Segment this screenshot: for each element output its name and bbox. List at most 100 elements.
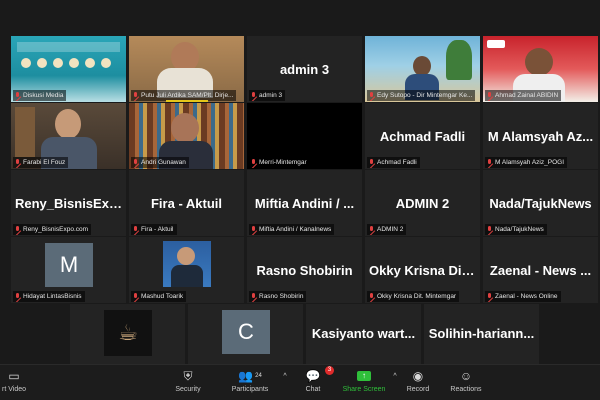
avatar xyxy=(163,241,211,287)
participant-tile[interactable]: Reny_BisnisExp... Reny_BisnisExpo.com xyxy=(11,170,126,236)
participant-tile[interactable]: M Alamsyah Az... M Alamsyah Aziz_POGI xyxy=(483,103,598,169)
participant-tile[interactable]: Zaenal - News ... Zaenal - News Online xyxy=(483,237,598,303)
participant-name-caption: Okky Krisna Dit. Mintemgar xyxy=(367,291,460,302)
participant-name-caption: Diskusi Media xyxy=(13,90,67,101)
participant-tile[interactable]: Mashud Toarik xyxy=(129,237,244,303)
participant-display-name: Rasno Shobirin xyxy=(256,263,353,278)
participant-tile[interactable]: Ahmad Zainal ABIDIN xyxy=(483,36,598,102)
participant-tile[interactable]: admin 3 admin 3 xyxy=(247,36,362,102)
video-off-icon: ▭ xyxy=(8,369,20,383)
participant-name-caption: Rasno Shobirin xyxy=(249,291,307,302)
meeting-toolbar: ▭ rt Video ⛨ Security 👥 24 Participants … xyxy=(0,364,600,400)
mic-muted-icon xyxy=(15,91,21,100)
chat-unread-badge: 3 xyxy=(325,366,334,375)
participants-count: 24 xyxy=(255,373,262,379)
participant-tile[interactable]: C xyxy=(188,304,303,364)
mic-muted-icon xyxy=(487,225,493,234)
mic-muted-icon xyxy=(133,292,139,301)
participant-tile[interactable]: ☕ xyxy=(70,304,185,364)
mic-muted-icon xyxy=(15,292,21,301)
participant-name-caption: admin 3 xyxy=(249,90,286,101)
participant-display-name: ADMIN 2 xyxy=(395,196,450,211)
participant-display-name: M Alamsyah Az... xyxy=(487,129,594,144)
record-button[interactable]: ◉ Record xyxy=(402,368,434,393)
reactions-icon: ☺ xyxy=(459,369,473,383)
share-options-chevron[interactable]: ^ xyxy=(390,368,400,384)
participant-tile[interactable]: Fira - Aktuil Fira - Aktuil xyxy=(129,170,244,236)
participant-display-name: Reny_BisnisExp... xyxy=(15,196,122,211)
chevron-up-icon: ^ xyxy=(283,372,287,380)
participant-name-caption: Zaenal - News Online xyxy=(485,291,561,302)
participant-display-name: Okky Krisna Dit... xyxy=(369,263,476,278)
participant-tile[interactable]: M Hidayat LintasBisnis xyxy=(11,237,126,303)
participant-name-caption: Nada/TajukNews xyxy=(485,224,547,235)
security-button[interactable]: ⛨ Security xyxy=(168,368,208,394)
participant-display-name: Fira - Aktuil xyxy=(150,196,223,211)
participant-tile[interactable]: Solihin-hariann... xyxy=(424,304,539,364)
mic-muted-icon xyxy=(369,292,375,301)
mic-muted-icon xyxy=(487,158,493,167)
avatar: ☕ xyxy=(104,310,152,356)
avatar: C xyxy=(222,310,270,354)
mic-muted-icon xyxy=(369,225,375,234)
participant-name-caption: Merri-Mintemgar xyxy=(249,157,310,168)
avatar: M xyxy=(45,243,93,287)
mic-muted-icon xyxy=(487,292,493,301)
reactions-button[interactable]: ☺ Reactions xyxy=(446,368,486,393)
participant-tile[interactable]: Okky Krisna Dit... Okky Krisna Dit. Mint… xyxy=(365,237,480,303)
chat-icon: 💬 xyxy=(305,369,321,383)
participant-tile[interactable]: Farabi El Fouz xyxy=(11,103,126,169)
participant-tile[interactable]: Andri Gunawan xyxy=(129,103,244,169)
participants-button[interactable]: 👥 24 Participants xyxy=(226,368,274,393)
mic-muted-icon xyxy=(15,158,21,167)
chevron-up-icon: ^ xyxy=(393,372,397,380)
participant-name-caption: Miftia Andini / Kanalnews xyxy=(249,224,335,235)
participants-options-chevron[interactable]: ^ xyxy=(280,368,290,384)
chat-button[interactable]: 💬 3 Chat xyxy=(298,366,334,393)
participant-tile[interactable]: Merri-Mintemgar xyxy=(247,103,362,169)
mic-muted-icon xyxy=(133,91,139,100)
mic-muted-icon xyxy=(251,225,257,234)
mic-muted-icon xyxy=(251,158,257,167)
mic-muted-icon xyxy=(369,158,375,167)
participant-name-caption: M Alamsyah Aziz_POGI xyxy=(485,157,567,168)
participant-display-name: Nada/TajukNews xyxy=(489,196,592,211)
participant-tile[interactable]: Nada/TajukNews Nada/TajukNews xyxy=(483,170,598,236)
participant-name-caption: Ahmad Zainal ABIDIN xyxy=(485,90,562,101)
mic-muted-icon xyxy=(487,91,493,100)
participant-tile[interactable]: Miftia Andini / ... Miftia Andini / Kana… xyxy=(247,170,362,236)
participant-tile[interactable]: Kasiyanto wart... xyxy=(306,304,421,364)
participant-tile[interactable]: Rasno Shobirin Rasno Shobirin xyxy=(247,237,362,303)
shield-icon: ⛨ xyxy=(183,368,193,383)
mic-muted-icon xyxy=(369,91,375,100)
participant-tile[interactable]: Achmad Fadli Achmad Fadli xyxy=(365,103,480,169)
coffee-cup-icon: ☕ xyxy=(118,320,138,345)
participant-display-name: Zaenal - News ... xyxy=(489,263,592,278)
participant-tile-screen-share[interactable]: Diskusi Media xyxy=(11,36,126,102)
record-icon: ◉ xyxy=(412,369,424,383)
participant-tile[interactable]: Putu Juli Ardika SAM/Plt. Dirje... xyxy=(129,36,244,102)
start-video-button[interactable]: ▭ rt Video xyxy=(0,368,28,393)
share-screen-icon: ↑ xyxy=(357,371,371,381)
participant-name-caption: Fira - Aktuil xyxy=(131,224,177,235)
participant-display-name: Solihin-hariann... xyxy=(428,326,535,341)
participant-name-caption: Farabi El Fouz xyxy=(13,157,69,168)
participant-display-name: Achmad Fadli xyxy=(379,129,466,144)
participant-tile[interactable]: ADMIN 2 ADMIN 2 xyxy=(365,170,480,236)
participant-display-name: Miftia Andini / ... xyxy=(254,196,355,211)
participant-name-caption: Putu Juli Ardika SAM/Plt. Dirje... xyxy=(131,90,237,101)
participant-display-name: Kasiyanto wart... xyxy=(311,326,416,341)
mic-muted-icon xyxy=(251,91,257,100)
mic-muted-icon xyxy=(15,225,21,234)
participant-name-caption: Achmad Fadli xyxy=(367,157,420,168)
participant-tile[interactable]: Edy Sutopo - Dir Mintemgar Ke... xyxy=(365,36,480,102)
mic-muted-icon xyxy=(133,225,139,234)
participant-display-name: admin 3 xyxy=(279,62,330,77)
participant-name-caption: Edy Sutopo - Dir Mintemgar Ke... xyxy=(367,90,476,101)
mic-muted-icon xyxy=(133,158,139,167)
participant-name-caption: Mashud Toarik xyxy=(131,291,187,302)
share-screen-button[interactable]: ↑ Share Screen xyxy=(340,368,388,393)
participant-name-caption: Hidayat LintasBisnis xyxy=(13,291,85,302)
participant-name-caption: Reny_BisnisExpo.com xyxy=(13,224,92,235)
mic-muted-icon xyxy=(251,292,257,301)
